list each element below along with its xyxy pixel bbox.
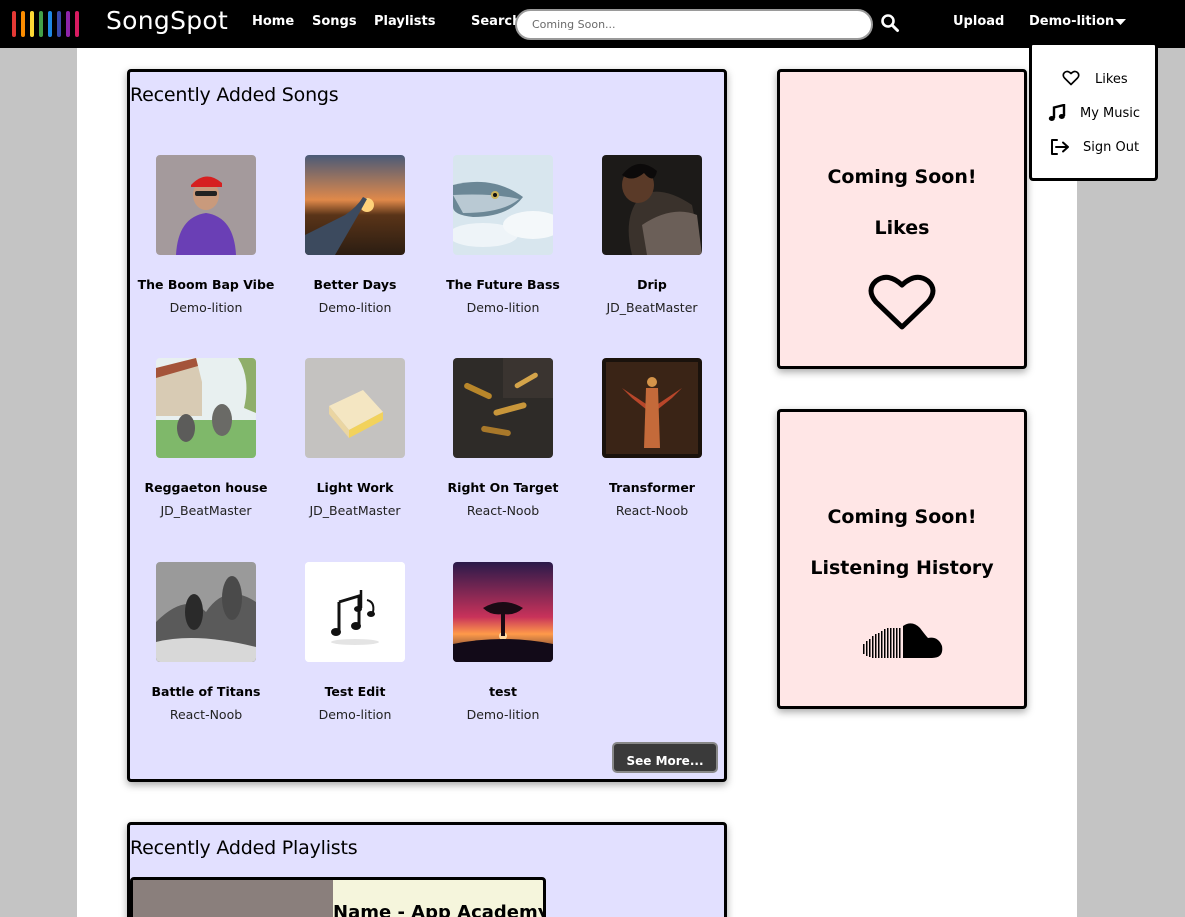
song-card[interactable]: Transformer React-Noob — [578, 358, 726, 518]
nav-home-link[interactable]: Home — [252, 14, 294, 29]
soundcloud-icon — [863, 623, 943, 658]
playlist-name[interactable]: Name - App Academy — [333, 902, 543, 917]
song-cover[interactable] — [156, 155, 256, 255]
recent-playlists-panel: Recently Added Playlists Name - App Acad… — [127, 822, 727, 917]
playlist-card[interactable]: Name - App Academy — [130, 877, 546, 917]
logo-icon[interactable] — [12, 11, 79, 37]
song-cover[interactable] — [602, 155, 702, 255]
song-cover[interactable] — [156, 358, 256, 458]
song-card[interactable]: The Future Bass Demo-lition — [429, 155, 577, 315]
search-icon[interactable] — [880, 13, 900, 33]
search-label: Search — [471, 14, 522, 29]
search-input[interactable] — [515, 9, 873, 40]
dropdown-likes-label: Likes — [1095, 72, 1128, 87]
song-title[interactable]: Transformer — [578, 480, 726, 495]
heart-icon — [868, 274, 936, 330]
song-artist[interactable]: React-Noob — [429, 503, 577, 518]
likes-label: Likes — [874, 217, 930, 239]
nav-upload-link[interactable]: Upload — [953, 14, 1004, 29]
song-title[interactable]: Right On Target — [429, 480, 577, 495]
likes-coming-soon: Coming Soon! — [827, 166, 977, 188]
user-dropdown-menu: Likes My Music Sign Out — [1029, 42, 1158, 181]
song-artist[interactable]: Demo-lition — [281, 300, 429, 315]
song-artist[interactable]: Demo-lition — [281, 707, 429, 722]
song-cover[interactable] — [453, 358, 553, 458]
see-more-button[interactable]: See More... — [612, 742, 718, 773]
song-card[interactable]: Better Days Demo-lition — [281, 155, 429, 315]
history-coming-soon: Coming Soon! — [827, 506, 977, 528]
dropdown-likes-item[interactable]: Likes — [1032, 67, 1155, 93]
song-title[interactable]: Test Edit — [281, 684, 429, 699]
song-artist[interactable]: JD_BeatMaster — [132, 503, 280, 518]
song-artist[interactable]: JD_BeatMaster — [281, 503, 429, 518]
song-artist[interactable]: Demo-lition — [132, 300, 280, 315]
song-cover[interactable] — [305, 358, 405, 458]
recent-songs-title: Recently Added Songs — [130, 84, 339, 106]
song-card[interactable]: Right On Target React-Noob — [429, 358, 577, 518]
recent-songs-panel: Recently Added Songs The Boom Bap Vibe D… — [127, 69, 727, 782]
song-title[interactable]: Light Work — [281, 480, 429, 495]
song-card[interactable]: test Demo-lition — [429, 562, 577, 722]
song-artist[interactable]: React-Noob — [578, 503, 726, 518]
caret-down-icon — [1115, 18, 1127, 25]
song-card[interactable]: Light Work JD_BeatMaster — [281, 358, 429, 518]
song-title[interactable]: Battle of Titans — [132, 684, 280, 699]
heart-icon — [1062, 70, 1080, 86]
song-card[interactable]: Battle of Titans React-Noob — [132, 562, 280, 722]
song-title[interactable]: Better Days — [281, 277, 429, 292]
recent-playlists-title: Recently Added Playlists — [130, 837, 358, 859]
song-title[interactable]: The Boom Bap Vibe — [132, 277, 280, 292]
navbar: SongSpot Home Songs Playlists Search Upl… — [0, 0, 1185, 48]
song-card[interactable]: Drip JD_BeatMaster — [578, 155, 726, 315]
user-menu-toggle[interactable]: Demo-lition — [1029, 14, 1127, 29]
song-title[interactable]: The Future Bass — [429, 277, 577, 292]
dropdown-sign-out-item[interactable]: Sign Out — [1032, 135, 1155, 161]
song-title[interactable]: Drip — [578, 277, 726, 292]
song-artist[interactable]: Demo-lition — [429, 707, 577, 722]
nav-songs-link[interactable]: Songs — [312, 14, 357, 29]
playlist-cover[interactable] — [133, 880, 333, 917]
song-cover[interactable] — [453, 562, 553, 662]
song-card[interactable]: Test Edit Demo-lition — [281, 562, 429, 722]
sign-out-icon — [1051, 139, 1069, 155]
song-artist[interactable]: React-Noob — [132, 707, 280, 722]
song-card[interactable]: The Boom Bap Vibe Demo-lition — [132, 155, 280, 315]
dropdown-my-music-label: My Music — [1080, 106, 1141, 121]
dropdown-my-music-item[interactable]: My Music — [1032, 101, 1155, 127]
nav-playlists-link[interactable]: Playlists — [374, 14, 435, 29]
song-cover[interactable] — [305, 562, 405, 662]
song-cover[interactable] — [602, 358, 702, 458]
listening-history-panel: Coming Soon! Listening History — [777, 409, 1027, 709]
user-name: Demo-lition — [1029, 14, 1115, 29]
song-cover[interactable] — [453, 155, 553, 255]
dropdown-sign-out-label: Sign Out — [1083, 140, 1140, 155]
song-title[interactable]: test — [429, 684, 577, 699]
history-label: Listening History — [810, 557, 994, 579]
song-title[interactable]: Reggaeton house — [132, 480, 280, 495]
music-note-icon — [1048, 104, 1066, 121]
song-artist[interactable]: JD_BeatMaster — [578, 300, 726, 315]
brand-name[interactable]: SongSpot — [106, 6, 228, 35]
song-artist[interactable]: Demo-lition — [429, 300, 577, 315]
song-cover[interactable] — [156, 562, 256, 662]
song-cover[interactable] — [305, 155, 405, 255]
likes-panel: Coming Soon! Likes — [777, 69, 1027, 369]
song-card[interactable]: Reggaeton house JD_BeatMaster — [132, 358, 280, 518]
